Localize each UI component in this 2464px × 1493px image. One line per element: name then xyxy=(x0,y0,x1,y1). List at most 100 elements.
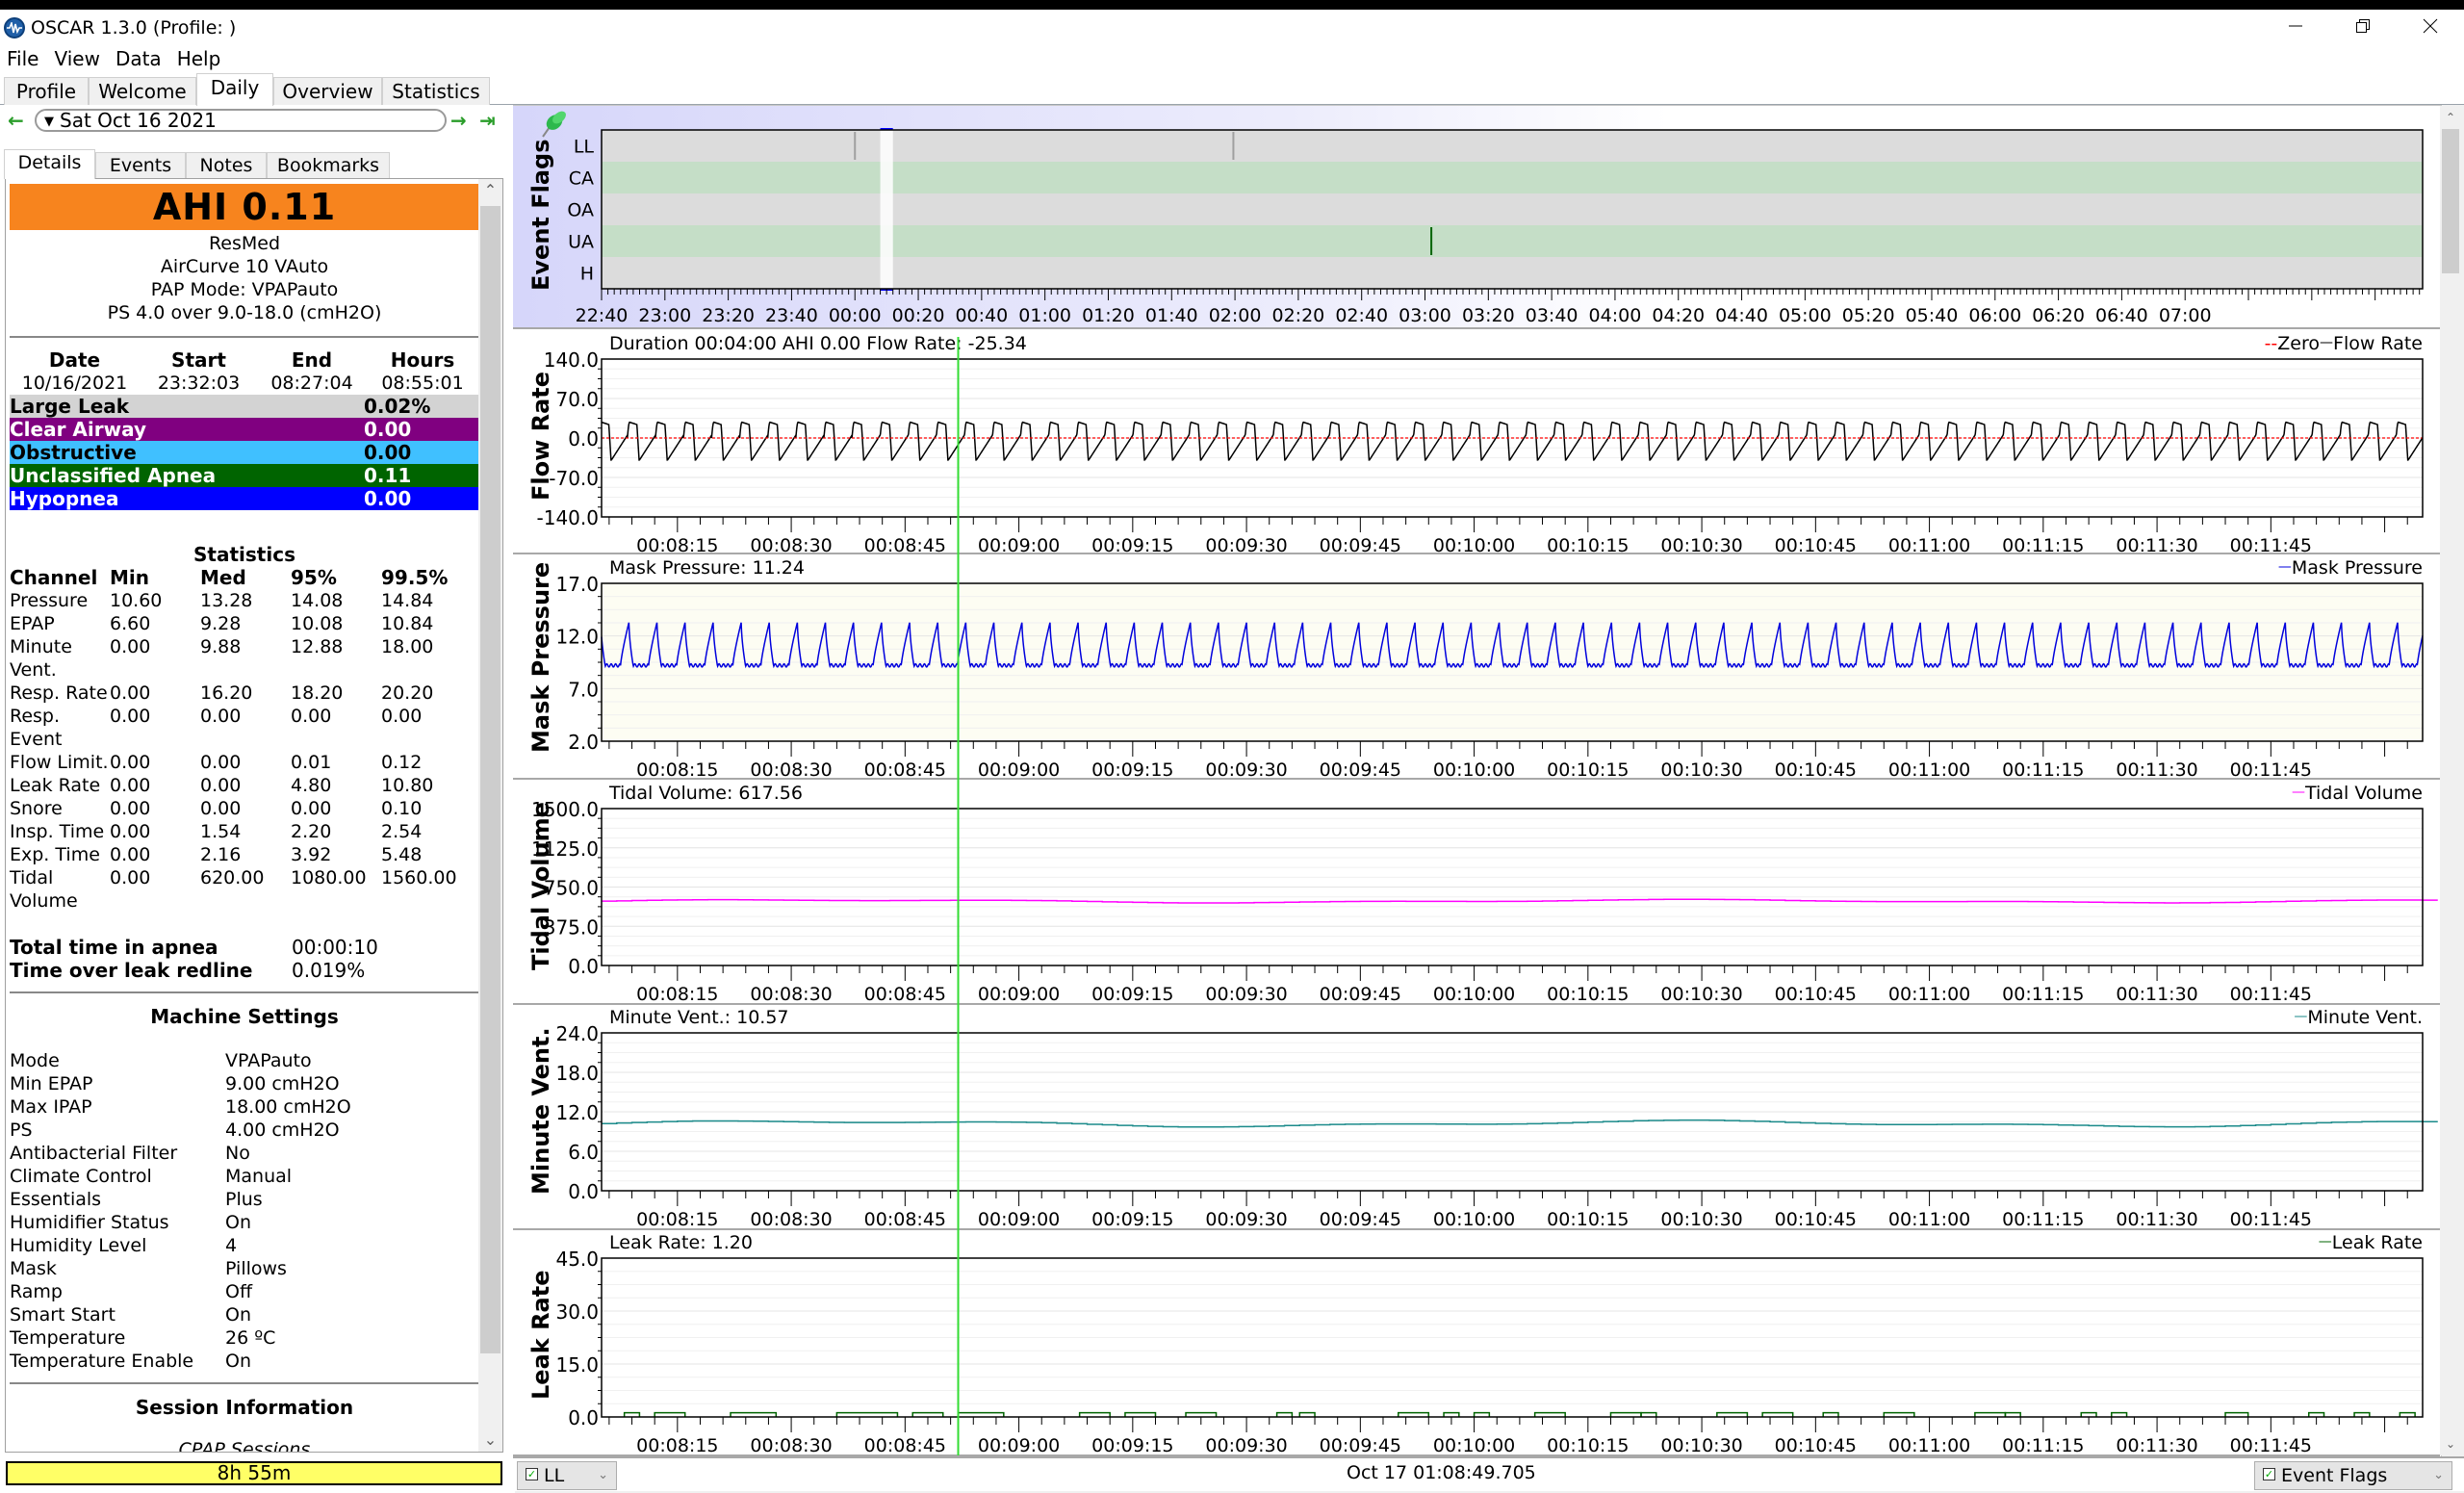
setting-value: VPAPauto xyxy=(225,1050,312,1071)
menu-file[interactable]: File xyxy=(0,46,46,70)
scroll-up-icon[interactable]: ⌃ xyxy=(478,179,502,202)
date-picker[interactable]: ▼ Sat Oct 16 2021 xyxy=(35,109,447,132)
x-tick-label: 03:40 xyxy=(1526,305,1578,326)
chart-panel-leak-rate[interactable]: 45.0 30.0 15.0 0.0 00:08:15 00:08:30 00:08:45 0… xyxy=(513,1230,2440,1456)
stats-cell: 10.08 xyxy=(291,613,344,634)
menu-help[interactable]: Help xyxy=(169,46,229,70)
x-tick-label: 00:10:45 xyxy=(1775,1435,1857,1456)
x-tick-label: 05:20 xyxy=(1842,305,1895,326)
chart-canvas[interactable]: 140.0 70.0 0.0 -70.0 -140.0 00:08:15 00:08:30 0… xyxy=(513,329,2440,554)
x-tick-label: 00:10:30 xyxy=(1660,1435,1742,1456)
scroll-down-icon[interactable]: ⌄ xyxy=(2440,1432,2461,1455)
chart-panel-minute-vent[interactable]: 24.0 18.0 12.0 6.0 0.0 00:08:15 00:08:30 00:08:… xyxy=(513,1005,2440,1230)
session-date: 10/16/2021 xyxy=(21,373,128,394)
menu-view[interactable]: View xyxy=(46,46,107,70)
stats-cell: 0.00 xyxy=(110,682,151,704)
header-end: End xyxy=(291,348,333,372)
divider xyxy=(10,336,479,338)
close-button[interactable] xyxy=(2397,10,2464,46)
stats-channel-name: Snore xyxy=(10,798,63,819)
chart-canvas[interactable]: 17.0 12.0 7.0 2.0 00:08:15 00:08:30 00:08:45 00… xyxy=(513,554,2440,780)
previous-day-button[interactable]: ← xyxy=(8,109,24,132)
event-index-value: 0.00 xyxy=(364,487,412,510)
x-tick-label: 00:10:15 xyxy=(1547,1209,1629,1230)
restore-button[interactable] xyxy=(2329,10,2397,46)
total-value: 00:00:10 xyxy=(292,936,378,959)
details-scrollbar[interactable]: ⌃ ⌄ xyxy=(478,179,502,1452)
x-tick-label: 00:10:15 xyxy=(1547,1435,1629,1456)
stats-cell: 2.20 xyxy=(291,821,332,842)
setting-name: Smart Start xyxy=(10,1304,116,1326)
y-axis-label: Tidal Volume xyxy=(527,801,554,970)
stats-header: Channel xyxy=(10,566,98,589)
tab-notes[interactable]: Notes xyxy=(186,152,267,178)
x-tick-label: 00:08:15 xyxy=(636,1209,718,1230)
x-tick-label: 00:11:45 xyxy=(2230,535,2312,554)
statistics-table: Channel Min Med 95% 99.5% Pressure 10.60 13.28 1… xyxy=(10,566,479,913)
chart-panel-flow-rate[interactable]: 140.0 70.0 0.0 -70.0 -140.0 00:08:15 00:08:30 0… xyxy=(513,329,2440,554)
setting-value: Manual xyxy=(225,1166,293,1187)
session-info-title: Session Information xyxy=(135,1396,354,1419)
x-tick-label: 00:09:15 xyxy=(1091,1435,1173,1456)
setting-name: Humidity Level xyxy=(10,1235,147,1256)
tab-profile[interactable]: Profile xyxy=(4,77,89,105)
scroll-down-icon[interactable]: ⌄ xyxy=(478,1429,502,1452)
x-tick-label: 00:11:45 xyxy=(2230,1435,2312,1456)
scrollbar-thumb[interactable] xyxy=(480,206,500,1353)
y-axis-label: Mask Pressure xyxy=(527,561,554,753)
stats-cell: 3.92 xyxy=(291,844,332,865)
chart-panel-tidal-volume[interactable]: 1500.0 1125.0 750.0 375.0 0.0 00:08:15 00:08:3… xyxy=(513,780,2440,1005)
legend-swatch: — xyxy=(2294,1009,2308,1024)
menu-data[interactable]: Data xyxy=(108,46,169,70)
tab-bookmarks[interactable]: Bookmarks xyxy=(267,152,390,178)
scrollbar-thumb[interactable] xyxy=(2442,129,2459,273)
pin-icon[interactable] xyxy=(542,109,568,138)
chart-canvas[interactable]: 24.0 18.0 12.0 6.0 0.0 00:08:15 00:08:30 00:08:… xyxy=(513,1005,2440,1230)
selected-range[interactable] xyxy=(880,130,893,289)
graph-visibility-combo[interactable]: ✓ Event Flags ⌄ xyxy=(2254,1461,2452,1490)
stats-cell: 5.48 xyxy=(381,844,423,865)
y-tick-label: 0.0 xyxy=(568,427,599,450)
event-index-value: 0.11 xyxy=(364,464,412,487)
machine-manufacturer: ResMed xyxy=(208,233,281,254)
tab-overview[interactable]: Overview xyxy=(273,77,382,105)
x-tick-label: 00:11:30 xyxy=(2116,535,2197,554)
stats-cell: 620.00 xyxy=(200,867,265,888)
next-day-button[interactable]: → xyxy=(450,109,467,132)
tab-events[interactable]: Events xyxy=(95,152,186,178)
x-tick-label: 00:10:15 xyxy=(1547,984,1629,1005)
chart-canvas[interactable]: LL CA OA UA H 22:40 23:00 23:20 23:40 00:00 00:20 0… xyxy=(513,106,2440,329)
stats-channel-name: Minute Vent. xyxy=(10,636,72,681)
x-tick-label: 06:20 xyxy=(2032,305,2085,326)
last-day-button[interactable]: ⇥ xyxy=(479,109,496,132)
chart-panel-mask-pressure[interactable]: 17.0 12.0 7.0 2.0 00:08:15 00:08:30 00:08:45 00… xyxy=(513,554,2440,780)
chart-legend: —Leak Rate xyxy=(2319,1232,2423,1253)
stats-cell: 0.00 xyxy=(110,798,151,819)
event-filter-combo[interactable]: ✓ LL ⌄ xyxy=(517,1461,617,1490)
tab-daily[interactable]: Daily xyxy=(196,73,273,106)
chart-panel-event-flags[interactable]: LL CA OA UA H 22:40 23:00 23:20 23:40 00:00 00:20 0… xyxy=(513,106,2440,329)
x-tick-label: 00:08:15 xyxy=(636,759,718,780)
tab-welcome[interactable]: Welcome xyxy=(89,77,196,105)
y-axis-label: Flow Rate xyxy=(527,371,554,501)
x-tick-label: 02:20 xyxy=(1272,305,1325,326)
session-end: 08:27:04 xyxy=(270,373,353,394)
tab-details[interactable]: Details xyxy=(4,149,95,179)
x-tick-label: 00:09:15 xyxy=(1091,535,1173,554)
x-tick-label: 00:08:30 xyxy=(750,759,832,780)
x-tick-label: 00:10:00 xyxy=(1433,1209,1515,1230)
minimize-button[interactable] xyxy=(2262,10,2329,46)
event-index-value: 0.00 xyxy=(364,441,412,464)
chart-canvas[interactable]: 1500.01125.0750.0375.00.000:08:15 00:08:3… xyxy=(513,780,2440,1005)
tab-statistics[interactable]: Statistics xyxy=(382,77,490,105)
y-tick-label: 0.0 xyxy=(568,1180,599,1203)
chart-canvas[interactable]: 45.0 30.0 15.0 0.0 00:08:15 00:08:30 00:08:45 0… xyxy=(513,1230,2440,1456)
graphs-scrollbar[interactable]: ⌃ ⌄ xyxy=(2440,106,2461,1455)
y-tick-label: 70.0 xyxy=(555,388,599,411)
dropdown-triangle-icon: ▼ xyxy=(44,115,54,129)
event-type-label: Hypopnea xyxy=(10,487,119,510)
stats-cell: 20.20 xyxy=(381,682,434,704)
stats-channel-name: Tidal Volume xyxy=(10,867,78,912)
scroll-up-icon[interactable]: ⌃ xyxy=(2440,106,2461,129)
checkbox-checked-icon: ✓ xyxy=(2263,1468,2275,1480)
